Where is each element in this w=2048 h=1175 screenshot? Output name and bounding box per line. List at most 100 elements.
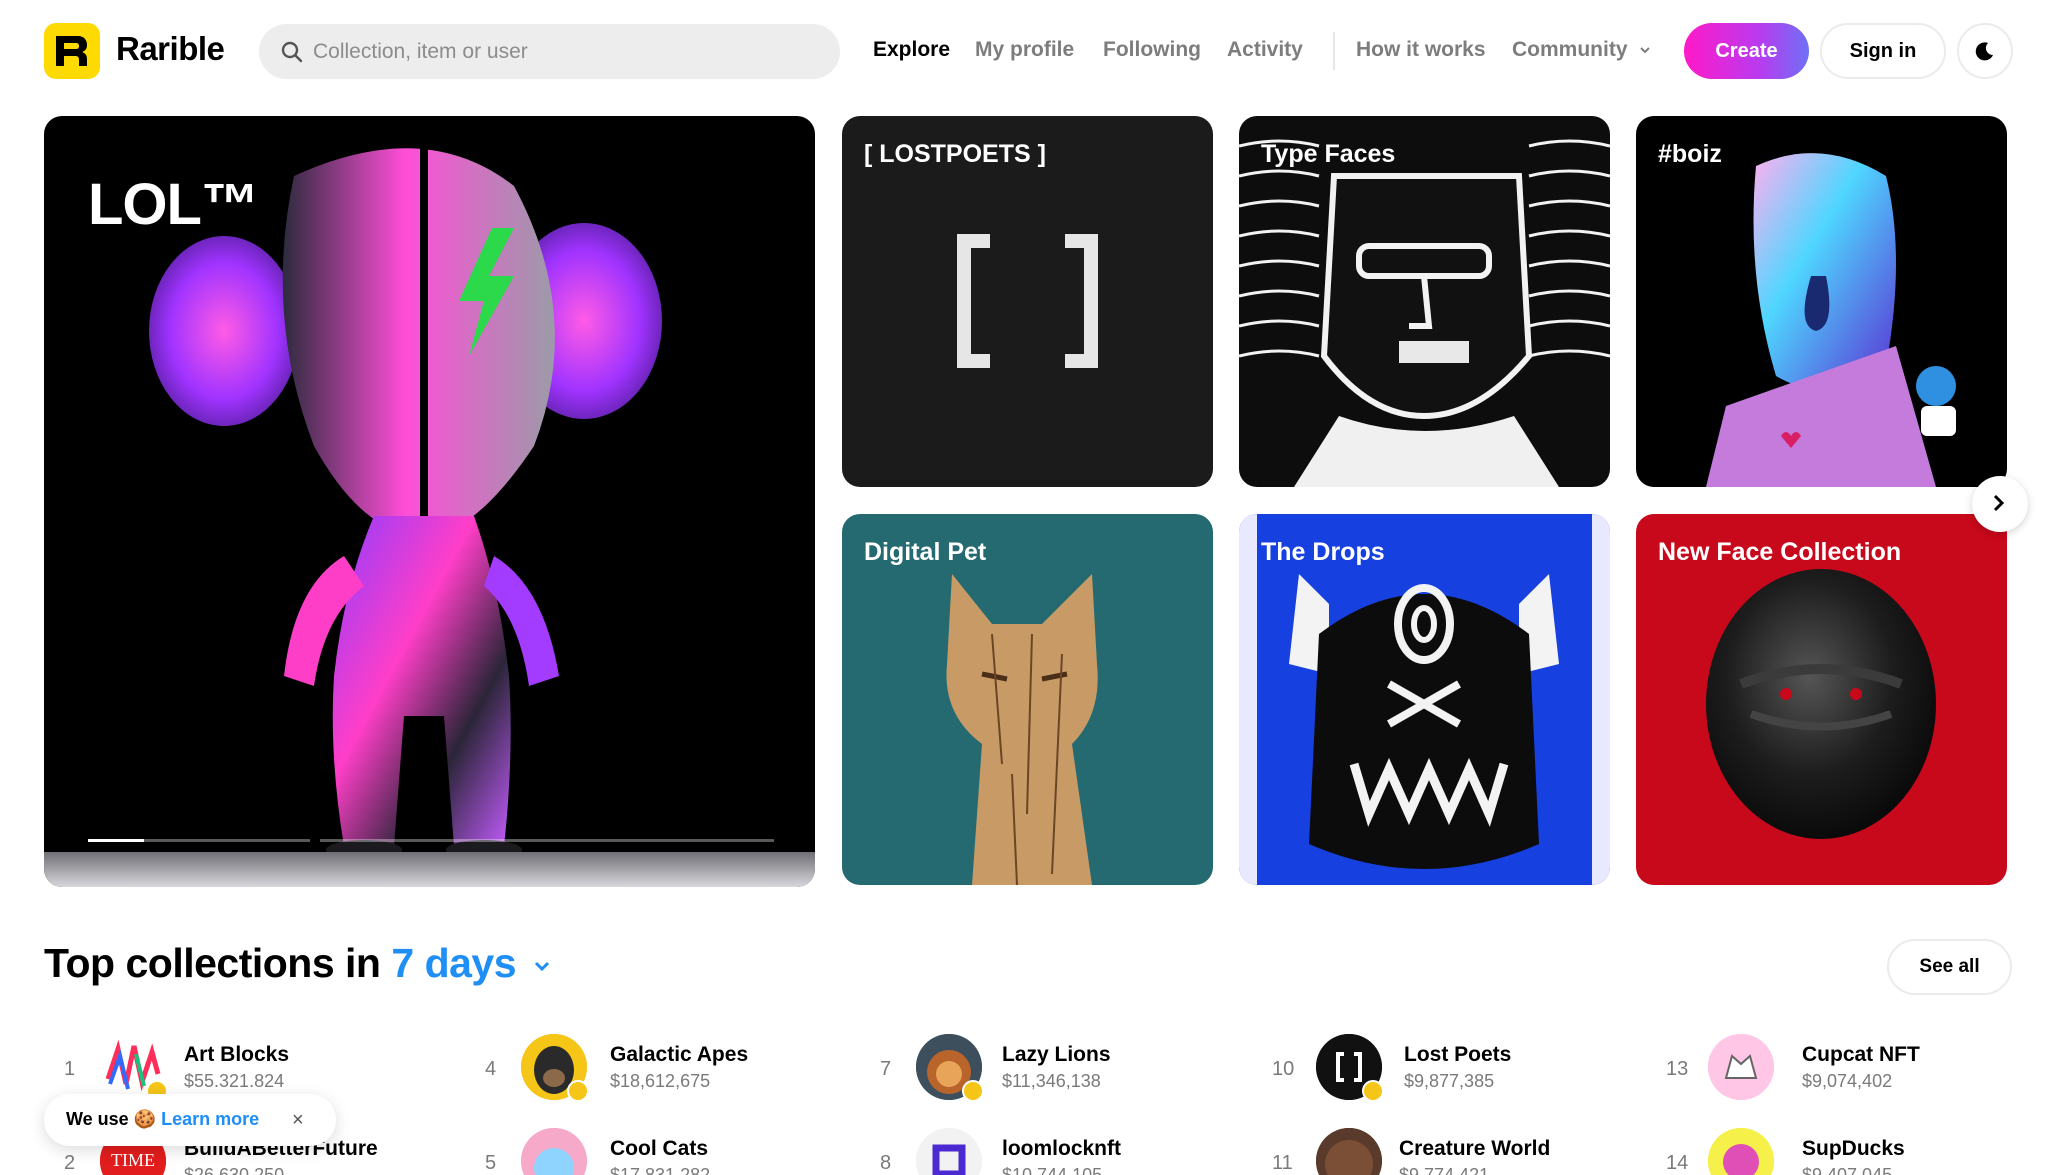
collection-name: Cupcat NFT [1802, 1043, 1920, 1066]
collection-rank: 13 [1666, 1058, 1689, 1080]
featured-card-boiz[interactable]: #boiz [1636, 116, 2007, 487]
collection-rank: 7 [880, 1058, 892, 1080]
collection-rank: 4 [485, 1058, 497, 1080]
collection-name: loomlocknft [1002, 1137, 1121, 1160]
brand-name[interactable]: Rarible [116, 30, 225, 68]
hero-floor [44, 852, 815, 887]
nav-activity[interactable]: Activity [1227, 38, 1303, 62]
featured-card-title: New Face Collection [1658, 538, 1902, 566]
hero-title: LOL™ [88, 172, 259, 237]
rarible-logo[interactable] [44, 23, 100, 79]
loomlock-avatar [916, 1128, 982, 1175]
collection-volume: $9,074,402 [1802, 1071, 1893, 1091]
collection-row[interactable]: 4 Galactic Apes $18,612,675 [485, 1034, 815, 1104]
top-nav-bar: Rarible Explore My profile Following Act… [0, 0, 2048, 100]
verified-badge-icon [962, 1080, 984, 1102]
period-selector[interactable]: 7 days [391, 940, 551, 986]
search-icon [281, 41, 303, 63]
collection-volume: $9,877,385 [1404, 1071, 1495, 1091]
collection-name: Lazy Lions [1002, 1043, 1111, 1066]
supducks-avatar [1708, 1128, 1774, 1175]
boiz-art [1706, 153, 1956, 487]
top-collections-heading: Top collections in 7 days [44, 940, 551, 987]
search-input[interactable] [313, 24, 813, 79]
nav-divider [1333, 32, 1335, 70]
search-bar[interactable] [259, 24, 840, 79]
featured-card-title: The Drops [1261, 538, 1385, 566]
featured-card-lostpoets[interactable]: [ LOSTPOETS ] [842, 116, 1213, 487]
the-drops-art [1239, 514, 1610, 885]
featured-card-title: Type Faces [1261, 140, 1396, 168]
verified-badge-icon [1362, 1080, 1384, 1102]
collection-rank: 10 [1272, 1058, 1295, 1080]
collection-avatar [1708, 1034, 1774, 1100]
digital-pet-art [946, 574, 1098, 885]
type-faces-art [1239, 139, 1610, 487]
featured-card-title: #boiz [1658, 140, 1722, 168]
featured-card-new-face-collection[interactable]: New Face Collection [1636, 514, 2007, 885]
collection-row[interactable]: 5 Cool Cats $17,831,282 [485, 1128, 815, 1175]
chevron-down-icon [1640, 47, 1651, 54]
collection-avatar [916, 1128, 982, 1175]
collection-volume: $10,744,105 [1002, 1165, 1103, 1175]
cool-cats-avatar [521, 1128, 587, 1175]
new-face-art [1706, 569, 1936, 839]
hero-progress-bar-1[interactable] [88, 839, 310, 842]
close-icon[interactable]: × [292, 1109, 304, 1132]
see-all-button[interactable]: See all [1887, 939, 2012, 995]
collection-name: Lost Poets [1404, 1043, 1512, 1066]
collection-avatar [1708, 1128, 1774, 1175]
collection-name: Creature World [1399, 1137, 1551, 1160]
collection-row[interactable]: 7 Lazy Lions $11,346,138 [880, 1034, 1210, 1104]
creature-world-avatar [1316, 1128, 1382, 1175]
cookie-message: We use 🍪 [66, 1109, 157, 1129]
nav-community[interactable]: Community [1512, 38, 1651, 62]
theme-toggle-button[interactable] [1957, 23, 2013, 79]
collection-name: SupDucks [1802, 1137, 1905, 1160]
collection-volume: $9,407,045 [1802, 1165, 1893, 1175]
collection-avatar [521, 1128, 587, 1175]
featured-card-type-faces[interactable]: Type Faces [1239, 116, 1610, 487]
top-collections-title: Top collections in [44, 940, 381, 986]
rarible-r-icon [56, 36, 87, 66]
create-button[interactable]: Create [1684, 23, 1809, 79]
featured-card-title: Digital Pet [864, 538, 987, 566]
collection-rank: 2 [64, 1152, 76, 1174]
collection-volume: $18,612,675 [610, 1071, 711, 1091]
collection-row[interactable]: 8 loomlocknft $10,744,105 [880, 1128, 1210, 1175]
nav-my-profile[interactable]: My profile [975, 38, 1074, 62]
collection-row[interactable]: 11 Creature World $9,774,421 [1272, 1128, 1602, 1175]
collection-rank: 1 [64, 1058, 76, 1080]
svg-text:TIME: TIME [111, 1150, 155, 1170]
collection-rank: 5 [485, 1152, 497, 1174]
collection-row[interactable]: 13 Cupcat NFT $9,074,402 [1666, 1034, 2006, 1104]
collection-name: Galactic Apes [610, 1043, 749, 1066]
featured-card-digital-pet[interactable]: Digital Pet [842, 514, 1213, 885]
cookie-text: We use 🍪 Learn more [66, 1109, 259, 1130]
collection-rank: 14 [1666, 1152, 1689, 1174]
nav-following[interactable]: Following [1103, 38, 1201, 62]
carousel-next-button[interactable] [1972, 476, 2028, 532]
nav-explore[interactable]: Explore [873, 38, 950, 62]
learn-more-link[interactable]: Learn more [161, 1109, 259, 1129]
nav-community-label: Community [1512, 38, 1628, 61]
hero-progress-bar-2[interactable] [320, 839, 774, 842]
collection-volume: $9,774,421 [1399, 1165, 1490, 1175]
nav-how-it-works[interactable]: How it works [1356, 38, 1486, 62]
collection-volume: $26,630,250 [184, 1165, 285, 1175]
collection-volume: $17,831,282 [610, 1165, 711, 1175]
period-label: 7 days [391, 940, 517, 986]
collection-row[interactable]: 14 SupDucks $9,407,045 [1666, 1128, 2006, 1175]
collection-volume: $11,346,138 [1002, 1071, 1101, 1091]
featured-hero-card[interactable]: LOL™ [44, 116, 815, 887]
collection-row[interactable]: 10 Lost Poets $9,877,385 [1272, 1034, 1602, 1104]
collection-name: Art Blocks [184, 1043, 290, 1066]
chevron-right-icon [1993, 494, 2005, 512]
verified-badge-icon [567, 1080, 589, 1102]
collection-rank: 8 [880, 1152, 892, 1174]
featured-card-the-drops[interactable]: The Drops [1239, 514, 1610, 885]
collection-volume: $55.321.824 [184, 1071, 285, 1091]
sign-in-button[interactable]: Sign in [1820, 23, 1946, 79]
collection-avatar [1316, 1128, 1382, 1175]
cookie-banner: We use 🍪 Learn more × [44, 1094, 336, 1146]
